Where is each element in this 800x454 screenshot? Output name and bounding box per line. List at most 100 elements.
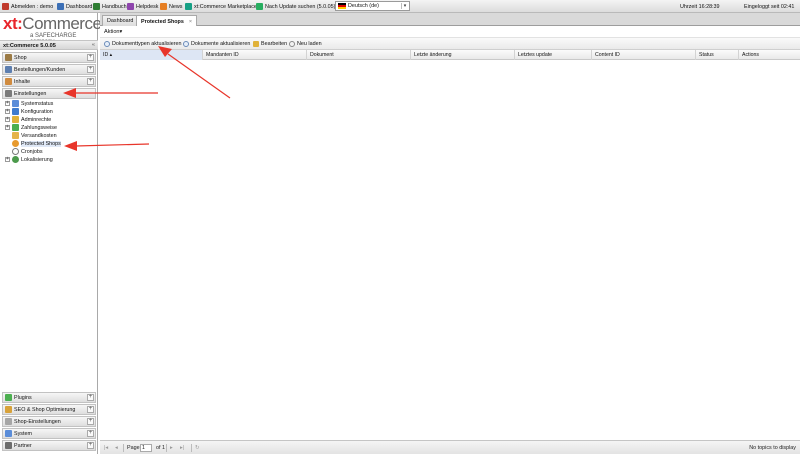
status-icon (12, 100, 19, 107)
expand-toggle[interactable]: + (5, 117, 10, 122)
expand-icon[interactable]: + (87, 394, 94, 401)
language-select[interactable]: Deutsch (de) ▾ (335, 1, 410, 11)
action-menu[interactable]: Aktion▾ (104, 29, 122, 35)
logged-in-value: Eingeloggt seit 02:41 (744, 3, 795, 10)
expand-icon[interactable]: + (87, 442, 94, 449)
manual-link[interactable]: Handbuch (93, 2, 127, 11)
clock-icon (12, 148, 19, 155)
accordion-shop-settings[interactable]: Shop-Einstellungen + (2, 416, 96, 427)
update-document-types-button[interactable]: Dokumenttypen aktualisieren (104, 40, 182, 48)
logout-label: Abmelden : demo (11, 3, 54, 10)
marketplace-link[interactable]: xt:Commerce Marketplace (185, 2, 257, 11)
prev-page-icon[interactable]: ◂ (115, 444, 118, 452)
tree-item-zahlungsweise[interactable]: + Zahlungsweise (5, 124, 57, 131)
accordion-shop[interactable]: Shop + (2, 52, 96, 63)
tree-label: Versandkosten (21, 132, 57, 139)
update-label: Nach Update suchen (5.0.05) (265, 3, 336, 10)
collapse-sidebar-icon[interactable]: « (92, 42, 95, 48)
expand-toggle[interactable]: + (5, 109, 10, 114)
settings-icon (5, 90, 12, 97)
column-header-letztes-update[interactable]: Letztes update (515, 50, 592, 60)
news-icon (160, 3, 167, 10)
logo-main: Commerce (22, 14, 102, 33)
plugin-icon (5, 394, 12, 401)
page-number-input[interactable]: 1 (140, 444, 152, 452)
tree-item-cronjobs[interactable]: Cronjobs (12, 148, 43, 155)
column-header-content-id[interactable]: Content ID (592, 50, 696, 60)
tree-item-systemstatus[interactable]: + Systemstatus (5, 100, 53, 107)
protected-shops-icon (12, 140, 19, 147)
accordion-seo[interactable]: SEO & Shop Optimierung + (2, 404, 96, 415)
manual-label: Handbuch (102, 3, 127, 10)
accordion-content[interactable]: Inhalte + (2, 76, 96, 87)
tab-dashboard[interactable]: Dashboard (102, 15, 139, 26)
grid-header: ID ▴ Mandanten ID Dokument Letzte änderu… (100, 50, 800, 60)
accordion-system[interactable]: System + (2, 428, 96, 439)
reload-button[interactable]: Neu laden (289, 40, 322, 48)
last-page-icon[interactable]: ▸| (180, 444, 184, 452)
accordion-partner[interactable]: Partner + (2, 440, 96, 451)
edit-button[interactable]: Bearbeiten (253, 40, 287, 48)
column-header-id[interactable]: ID ▴ (100, 50, 203, 60)
news-link[interactable]: News (160, 2, 182, 11)
button-label: Bearbeiten (261, 41, 288, 47)
helpdesk-link[interactable]: Helpdesk (127, 2, 158, 11)
german-flag-icon (338, 3, 346, 9)
column-label: ID (103, 52, 109, 58)
accordion-settings[interactable]: Einstellungen (2, 88, 96, 99)
close-icon[interactable]: × (189, 19, 192, 25)
refresh-icon (183, 41, 189, 47)
expand-toggle[interactable]: + (5, 101, 10, 106)
column-header-dokument[interactable]: Dokument (307, 50, 411, 60)
update-icon (256, 3, 263, 10)
dashboard-link[interactable]: Dashboard (57, 2, 92, 11)
tab-strip: Dashboard Protected Shops × (100, 13, 800, 27)
tree-item-lokalisierung[interactable]: + Lokalisierung (5, 156, 53, 163)
column-header-status[interactable]: Status (696, 50, 739, 60)
tree-item-protected-shops[interactable]: Protected Shops (12, 140, 61, 147)
accordion-orders[interactable]: Bestellungen/Kunden + (2, 64, 96, 75)
seo-icon (5, 406, 12, 413)
version-bar: xt:Commerce 5.0.05 « (0, 40, 98, 50)
update-link[interactable]: Nach Update suchen (5.0.05) (256, 2, 335, 11)
tree-label: Systemstatus (21, 100, 54, 107)
accordion-label: Partner (14, 442, 32, 449)
accordion-label: System (14, 430, 32, 437)
tab-label: Protected Shops (141, 18, 184, 25)
language-value: Deutsch (de) (348, 3, 379, 9)
expand-icon[interactable]: + (87, 54, 94, 61)
expand-icon[interactable]: + (87, 430, 94, 437)
partner-icon (5, 442, 12, 449)
action-menu-label: Aktion (104, 28, 120, 35)
column-label: Mandanten ID (206, 52, 239, 58)
accordion-label: Plugins (14, 394, 32, 401)
tree-item-konfiguration[interactable]: + Konfiguration (5, 108, 53, 115)
logo-text: xt:Commerce (3, 14, 102, 34)
next-page-icon[interactable]: ▸ (170, 444, 173, 452)
accordion-label: Shop-Einstellungen (14, 418, 61, 425)
update-documents-button[interactable]: Dokumente aktualisieren (183, 40, 250, 48)
expand-icon[interactable]: + (87, 66, 94, 73)
pager-status: No topics to display (749, 445, 796, 451)
column-label: Actions (742, 52, 760, 58)
tree-item-adminrechte[interactable]: + Adminrechte (5, 116, 51, 123)
expand-icon[interactable]: + (87, 418, 94, 425)
tree-item-versandkosten[interactable]: Versandkosten (12, 132, 57, 139)
expand-icon[interactable]: + (87, 78, 94, 85)
column-header-mandanten-id[interactable]: Mandanten ID (203, 50, 307, 60)
expand-icon[interactable]: + (87, 406, 94, 413)
logout-link[interactable]: Abmelden : demo (2, 2, 53, 11)
content-icon (5, 78, 12, 85)
column-header-letzte-aenderung[interactable]: Letzte änderung (411, 50, 515, 60)
logged-in-text: Eingeloggt seit 02:41 (744, 2, 794, 11)
column-header-actions[interactable]: Actions (739, 50, 800, 60)
sidebar: xt:Commerce a SAFECHARGE company xt:Comm… (0, 13, 102, 454)
expand-toggle[interactable]: + (5, 157, 10, 162)
main-panel: Dashboard Protected Shops × Aktion▾ Doku… (100, 13, 800, 454)
column-label: Letztes update (518, 52, 553, 58)
refresh-icon[interactable]: ↻ (195, 444, 200, 452)
expand-toggle[interactable]: + (5, 125, 10, 130)
first-page-icon[interactable]: |◂ (104, 444, 108, 452)
tree-label: Protected Shops (21, 140, 61, 147)
accordion-plugins[interactable]: Plugins + (2, 392, 96, 403)
